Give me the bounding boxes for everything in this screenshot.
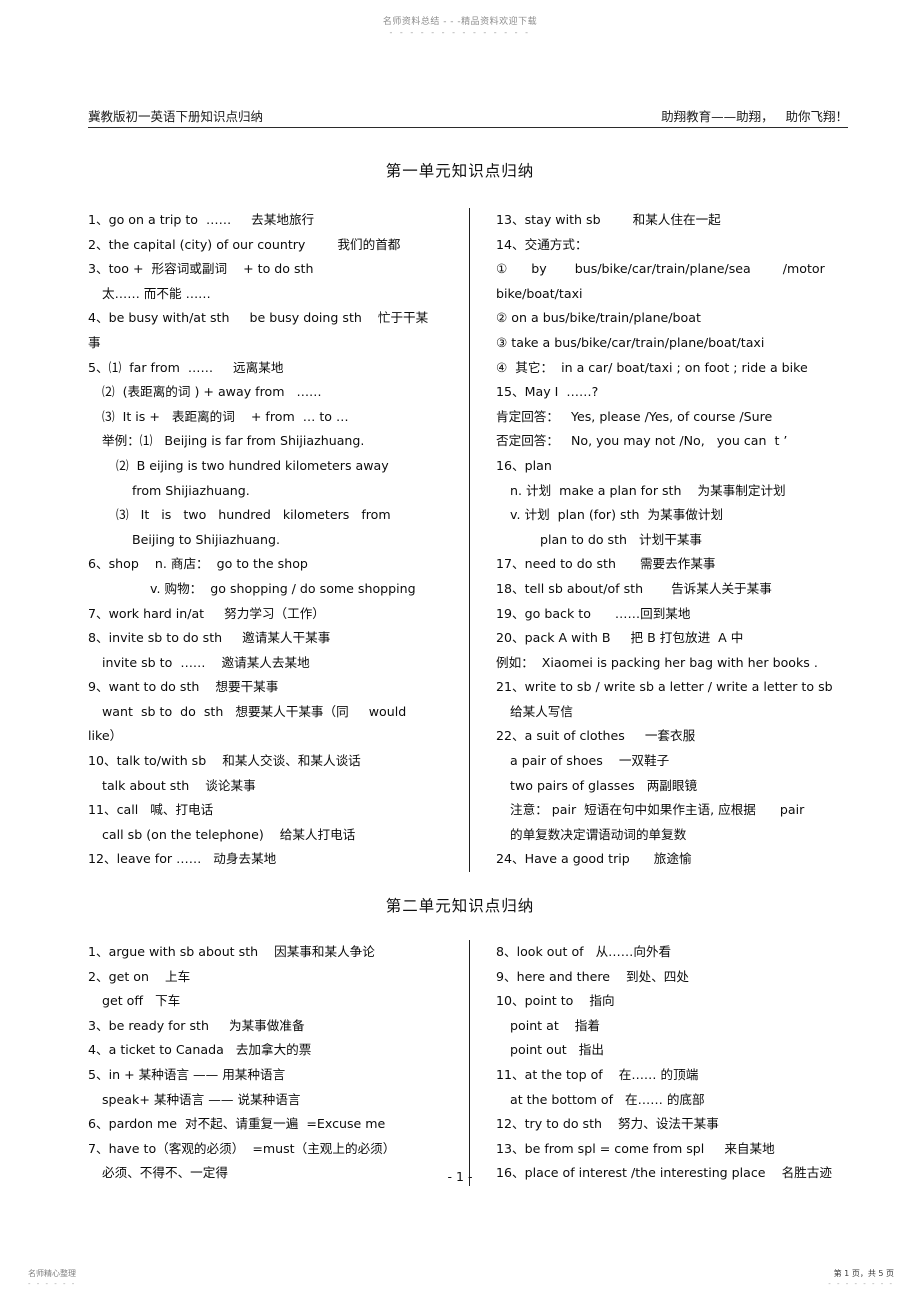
knowledge-point-line: 8、look out of 从……向外看 <box>496 944 672 959</box>
knowledge-point-line: 19、go back to ……回到某地 <box>496 605 691 621</box>
knowledge-point-line: 14、交通方式： <box>496 236 588 252</box>
knowledge-point-line: ⑵ (表距离的词 ) + away from …… <box>102 384 322 400</box>
unit2-left-column: 1、argue with sb about sth 因某事和某人争论 2、get … <box>88 940 469 1186</box>
knowledge-point-line: ② on a bus/bike/train/plane/boat <box>496 310 701 326</box>
knowledge-point-line: 2、get on 上车 <box>88 968 191 984</box>
footer-watermark-left: 名师精心整理 - - - - - - <box>28 1268 76 1288</box>
knowledge-point-line: 12、try to do sth 努力、设法干某事 <box>496 1116 719 1132</box>
knowledge-point-line: ③ take a bus/bike/car/train/plane/boat/t… <box>496 334 765 350</box>
knowledge-point-line: invite sb to …… 邀请某人去某地 <box>102 654 310 670</box>
document-page: 名师资料总结 - - -精品资料欢迎下载 - - - - - - - - - -… <box>0 0 920 1303</box>
knowledge-point-line: 注意： pair 短语在句中如果作主语, 应根据 pair <box>510 802 805 818</box>
top-watermark-text: 名师资料总结 - - -精品资料欢迎下载 <box>382 17 538 27</box>
knowledge-point-line: n. 计划 make a plan for sth 为某事制定计划 <box>510 482 786 498</box>
knowledge-point-line: ⑵ B eijing is two hundred kilometers awa… <box>116 457 389 473</box>
knowledge-point-line: at the bottom of 在…… 的底部 <box>510 1091 705 1107</box>
knowledge-point-line: 8、invite sb to do sth 邀请某人干某事 <box>88 630 331 646</box>
knowledge-point-line: 15、May I ……? <box>496 384 599 400</box>
knowledge-point-line: 肯定回答： Yes, please /Yes, of course /Sure <box>496 408 773 424</box>
page-number: - 1 - <box>447 1169 473 1184</box>
knowledge-point-line: 7、have to（客观的必须） =must（主观上的必须） <box>88 1140 396 1156</box>
knowledge-point-line: 否定回答： No, you may not /No, you can t ’ <box>496 433 788 449</box>
unit1-right-column: 13、stay with sb 和某人住在一起 14、交通方式： ① by bus/… <box>469 208 850 873</box>
knowledge-point-line: v. 购物： go shopping / do some shopping <box>150 580 416 596</box>
knowledge-point-line: 事 <box>88 334 101 350</box>
unit2-heading: 第二单元知识点归纳 <box>385 897 535 915</box>
footer-page-count: 第 1 页，共 5 页 - - - - - - - - <box>828 1268 894 1288</box>
knowledge-point-line: two pairs of glasses 两副眼镜 <box>510 777 698 793</box>
knowledge-point-line: Beijing to Shijiazhuang. <box>132 531 280 547</box>
knowledge-point-line: speak+ 某种语言 —— 说某种语言 <box>102 1091 301 1107</box>
running-header: 冀教版初一英语下册知识点归纳 助翔教育——助翔， 助你飞翔！ <box>88 106 848 125</box>
knowledge-point-line: point out 指出 <box>510 1042 604 1058</box>
knowledge-point-line: 4、a ticket to Canada 去加拿大的票 <box>88 1042 312 1058</box>
unit2-right-column: 8、look out of 从……向外看 9、here and there 到处、… <box>469 940 850 1186</box>
knowledge-point-line: 例如： Xiaomei is packing her bag with her … <box>496 654 818 670</box>
knowledge-point-line: 13、be from spl = come from spl 来自某地 <box>496 1140 775 1156</box>
knowledge-point-line: 9、here and there 到处、四处 <box>496 968 689 984</box>
knowledge-point-line: plan to do sth 计划干某事 <box>540 531 703 547</box>
knowledge-point-line: 9、want to do sth 想要干某事 <box>88 679 279 695</box>
knowledge-point-line: 5、⑴ far from …… 远离某地 <box>88 359 284 375</box>
knowledge-point-line: 太…… 而不能 …… <box>102 285 211 301</box>
knowledge-point-line: 1、go on a trip to …… 去某地旅行 <box>88 212 315 227</box>
unit1-content: 1、go on a trip to …… 去某地旅行 2、the capital … <box>88 208 850 873</box>
knowledge-point-line: 24、Have a good trip 旅途愉 <box>496 851 692 867</box>
knowledge-point-line: 5、in + 某种语言 —— 用某种语言 <box>88 1066 286 1082</box>
knowledge-point-line: 17、need to do sth 需要去作某事 <box>496 556 716 572</box>
knowledge-point-line: 给某人写信 <box>510 703 573 719</box>
knowledge-point-line: 4、be busy with/at sth be busy doing sth … <box>88 310 429 326</box>
knowledge-point-line: 13、stay with sb 和某人住在一起 <box>496 212 721 227</box>
knowledge-point-line: 16、plan <box>496 457 552 473</box>
knowledge-point-line: 20、pack A with B 把 B 打包放进 A 中 <box>496 630 744 646</box>
top-watermark-dashes: - - - - - - - - - - - - - - <box>389 28 531 37</box>
header-divider-rule <box>88 127 848 128</box>
knowledge-point-line: ④ 其它： in a car/ boat/taxi ; on foot ; ri… <box>496 359 808 375</box>
knowledge-point-line: from Shijiazhuang. <box>132 482 250 498</box>
unit2-content: 1、argue with sb about sth 因某事和某人争论 2、get … <box>88 940 850 1186</box>
knowledge-point-line: like） <box>88 728 123 744</box>
knowledge-point-line: 3、be ready for sth 为某事做准备 <box>88 1017 305 1033</box>
knowledge-point-line: 3、too + 形容词或副词 + to do sth <box>88 261 314 277</box>
knowledge-point-line: want sb to do sth 想要某人干某事（同 would <box>102 703 407 719</box>
knowledge-point-line: 10、point to 指向 <box>496 993 615 1009</box>
footer-right-dashes: - - - - - - - - <box>828 1280 894 1288</box>
unit1-left-column: 1、go on a trip to …… 去某地旅行 2、the capital … <box>88 208 469 872</box>
knowledge-point-line: 举例：⑴ Beijing is far from Shijiazhuang. <box>102 433 365 449</box>
knowledge-point-line: 10、talk to/with sb 和某人交谈、和某人谈话 <box>88 753 361 769</box>
top-watermark: 名师资料总结 - - -精品资料欢迎下载 - - - - - - - - - -… <box>0 14 920 37</box>
knowledge-point-line: 11、call 喊、打电话 <box>88 802 214 818</box>
knowledge-point-line: ① by bus/bike/car/train/plane/sea /motor <box>496 261 825 277</box>
knowledge-point-line: v. 计划 plan (for) sth 为某事做计划 <box>510 507 724 523</box>
knowledge-point-line: point at 指着 <box>510 1017 600 1033</box>
knowledge-point-line: get off 下车 <box>102 993 181 1009</box>
knowledge-point-line: ⑶ It is + 表距离的词 + from … to … <box>102 408 349 424</box>
footer-left-text: 名师精心整理 <box>28 1269 76 1278</box>
knowledge-point-line: 11、at the top of 在…… 的顶端 <box>496 1066 699 1082</box>
knowledge-point-line: bike/boat/taxi <box>496 285 583 301</box>
knowledge-point-line: talk about sth 谈论某事 <box>102 777 256 793</box>
knowledge-point-line: a pair of shoes 一双鞋子 <box>510 753 670 769</box>
knowledge-point-line: 7、work hard in/at 努力学习（工作） <box>88 605 325 621</box>
knowledge-point-line: 6、shop n. 商店： go to the shop <box>88 556 308 572</box>
knowledge-point-line: 21、write to sb / write sb a letter / wri… <box>496 679 833 695</box>
footer-right-text: 第 1 页，共 5 页 <box>833 1269 894 1278</box>
knowledge-point-line: call sb (on the telephone) 给某人打电话 <box>102 826 356 842</box>
knowledge-point-line: 6、pardon me 对不起、请重复一遍 =Excuse me <box>88 1116 386 1132</box>
header-title-right: 助翔教育——助翔， 助你飞翔！ <box>661 109 848 124</box>
knowledge-point-line: 的单复数决定谓语动词的单复数 <box>510 826 687 842</box>
knowledge-point-line: 12、leave for …… 动身去某地 <box>88 851 277 867</box>
unit1-heading: 第一单元知识点归纳 <box>385 162 535 180</box>
header-title-left: 冀教版初一英语下册知识点归纳 <box>88 109 264 124</box>
knowledge-point-line: 2、the capital (city) of our country 我们的首… <box>88 236 401 252</box>
knowledge-point-line: 1、argue with sb about sth 因某事和某人争论 <box>88 944 375 959</box>
knowledge-point-line: 22、a suit of clothes 一套衣服 <box>496 728 696 744</box>
knowledge-point-line: 18、tell sb about/of sth 告诉某人关于某事 <box>496 580 772 596</box>
footer-left-dashes: - - - - - - <box>28 1280 77 1288</box>
knowledge-point-line: ⑶ It is two hundred kilometers from <box>116 507 391 523</box>
